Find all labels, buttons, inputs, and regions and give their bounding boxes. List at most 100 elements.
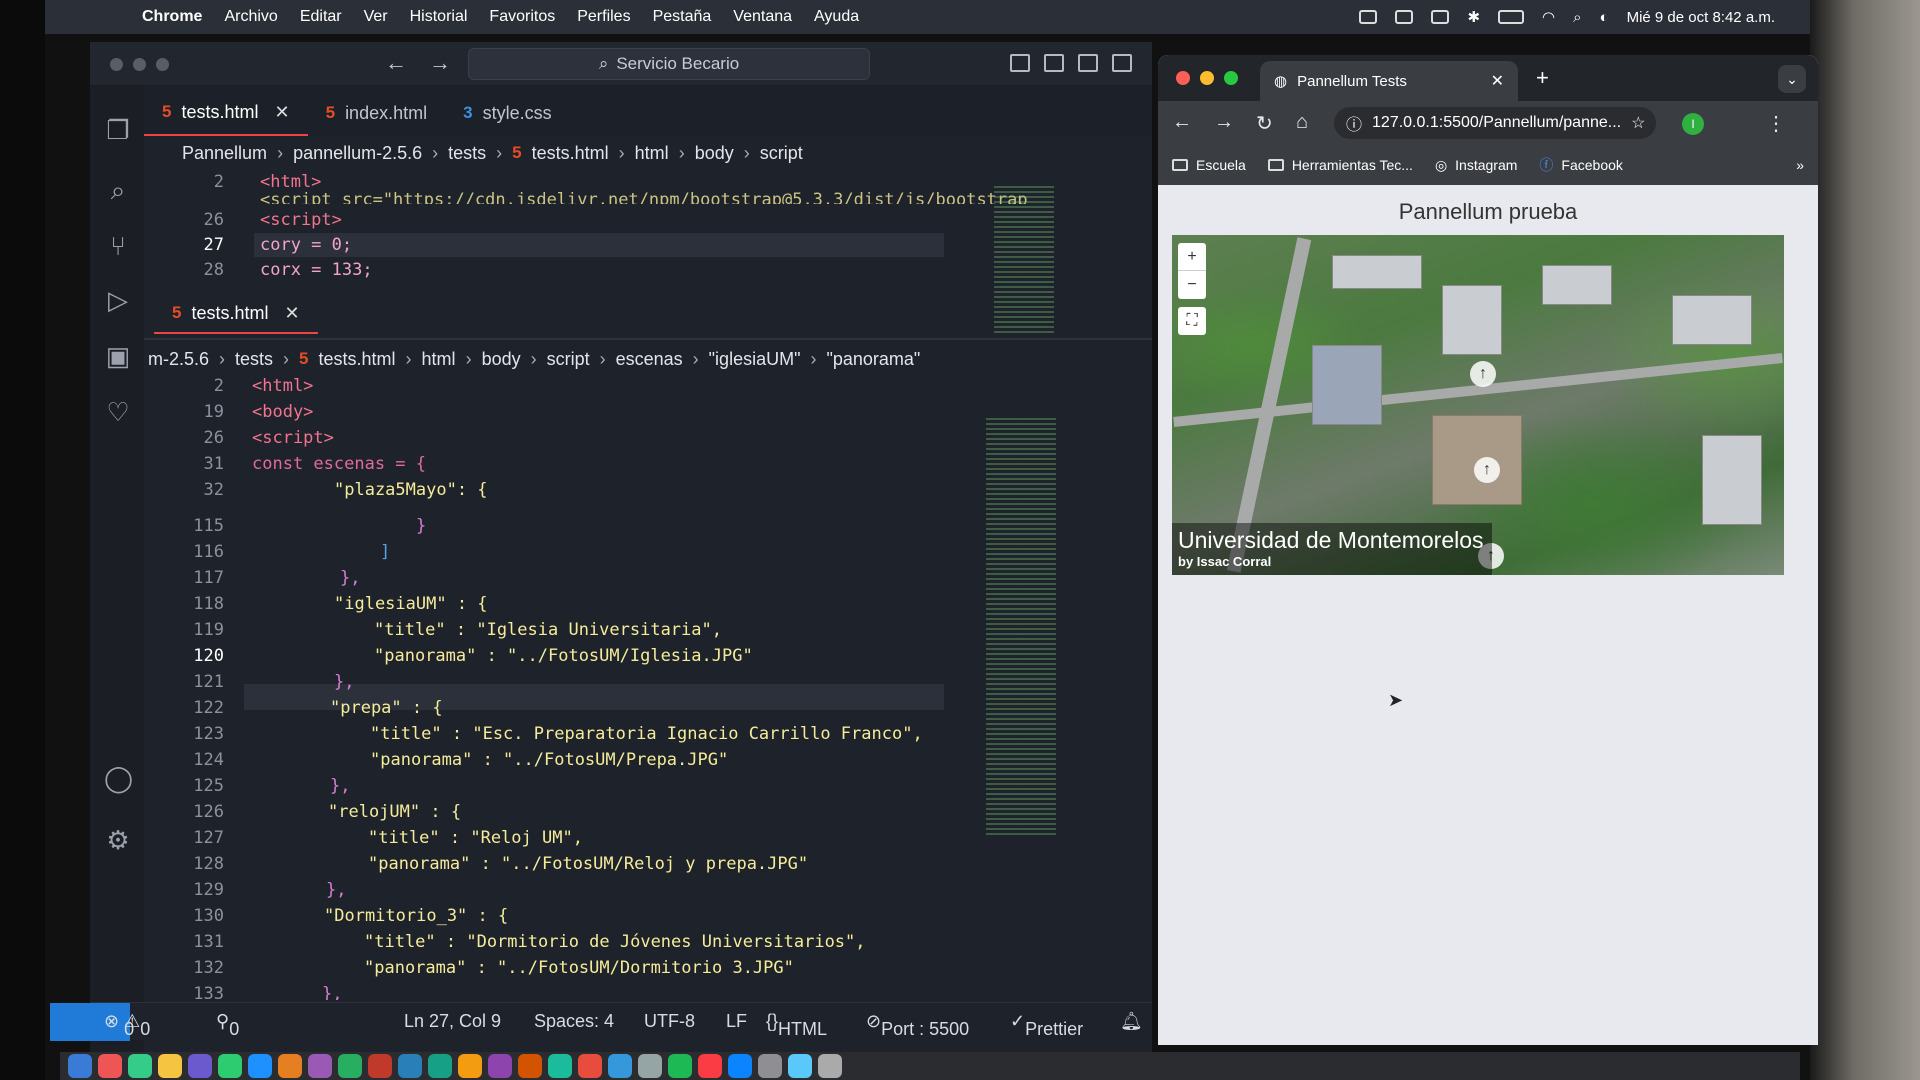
breadcrumb-item[interactable]: Pannellum — [182, 143, 267, 164]
breadcrumb-item[interactable]: tests.html — [532, 143, 609, 164]
dock-app-icon[interactable] — [248, 1054, 272, 1078]
trash-icon[interactable] — [818, 1054, 842, 1078]
dock-app-icon[interactable] — [638, 1054, 662, 1078]
menu-perfiles[interactable]: Perfiles — [577, 8, 630, 26]
dock-app-icon[interactable] — [218, 1054, 242, 1078]
chrome-icon[interactable] — [158, 1054, 182, 1078]
live-server-port[interactable]: ⊘ Port : 5500 — [866, 1011, 969, 1039]
menu-historial[interactable]: Historial — [410, 8, 468, 26]
dock-app-icon[interactable] — [128, 1054, 152, 1078]
new-tab-button[interactable]: + — [1536, 65, 1549, 91]
dock-app-icon[interactable] — [98, 1054, 122, 1078]
forward-arrow-icon[interactable]: → — [1214, 111, 1234, 134]
problems-indicator[interactable]: ⊗ 0 ⚠ 0 — [104, 1011, 150, 1039]
tab-tests-html[interactable]: 5 tests.html ✕ — [144, 90, 308, 136]
breadcrumb-item[interactable]: pannellum-2.5.6 — [293, 143, 422, 164]
breadcrumb-item[interactable]: body — [695, 143, 734, 164]
language-mode[interactable]: {} HTML — [766, 1011, 827, 1039]
finder-icon[interactable] — [68, 1054, 92, 1078]
dock-app-icon[interactable] — [338, 1054, 362, 1078]
breadcrumb-item[interactable]: html — [635, 143, 669, 164]
account-icon[interactable]: ◯ — [104, 764, 133, 792]
dock-app-icon[interactable] — [548, 1054, 572, 1078]
bookmark-escuela[interactable]: Escuela — [1172, 157, 1246, 173]
toggle-sidebar-icon[interactable] — [1010, 54, 1030, 72]
breadcrumb-item[interactable]: html — [422, 349, 456, 370]
run-debug-icon[interactable]: ▷ — [104, 286, 132, 314]
tab-style-css[interactable]: 3 style.css — [445, 90, 569, 136]
bookmark-herramientas[interactable]: Herramientas Tec... — [1267, 157, 1413, 173]
tab-search-chevron-down-icon[interactable]: ⌄ — [1778, 65, 1806, 93]
explorer-icon[interactable]: ❐ — [104, 116, 132, 144]
menu-editar[interactable]: Editar — [300, 8, 342, 26]
extensions-icon[interactable]: ▣ — [104, 342, 132, 370]
bookmark-facebook[interactable]: ⓕ Facebook — [1539, 155, 1622, 175]
breadcrumb-item[interactable]: escenas — [616, 349, 683, 370]
profile-avatar[interactable]: I — [1682, 113, 1704, 135]
close-icon[interactable]: ✕ — [1491, 71, 1504, 91]
dock-app-icon[interactable] — [458, 1054, 482, 1078]
menu-pestana[interactable]: Pestaña — [653, 8, 712, 26]
tab-tests-html-lower[interactable]: 5 tests.html ✕ — [154, 294, 318, 334]
editor-bottom-pane[interactable]: 2 <html> 19 <body> 26 <script> 31 const … — [144, 374, 1104, 1000]
end-of-line[interactable]: LF — [726, 1011, 747, 1032]
system-settings-icon[interactable] — [758, 1054, 782, 1078]
bookmark-star-icon[interactable]: ☆ — [1631, 113, 1645, 133]
close-icon[interactable]: ✕ — [275, 102, 290, 123]
encoding[interactable]: UTF-8 — [644, 1011, 695, 1032]
dock-app-icon[interactable] — [188, 1054, 212, 1078]
breadcrumb-item[interactable]: tests — [235, 349, 273, 370]
bluetooth-icon[interactable]: ✱ — [1467, 8, 1480, 26]
spotlight-search-icon[interactable]: ⌕ — [1573, 9, 1581, 26]
back-arrow-icon[interactable]: ← — [385, 50, 407, 76]
bookmark-instagram[interactable]: ◎ Instagram — [1435, 157, 1517, 174]
app-store-icon[interactable] — [728, 1054, 752, 1078]
status-app-icon[interactable] — [1359, 10, 1378, 24]
forward-arrow-icon[interactable]: → — [429, 50, 451, 76]
back-arrow-icon[interactable]: ← — [1172, 111, 1192, 134]
site-info-icon[interactable]: ⓘ — [1346, 111, 1362, 135]
customize-layout-icon[interactable] — [1112, 54, 1132, 72]
battery-icon[interactable] — [1498, 10, 1525, 24]
breadcrumb-item[interactable]: "panorama" — [826, 349, 920, 370]
minimap[interactable] — [994, 186, 1054, 336]
close-icon[interactable]: ✕ — [285, 303, 300, 324]
menu-app-name[interactable]: Chrome — [142, 8, 202, 26]
control-center-icon[interactable]: ◐ — [1600, 9, 1609, 26]
status-app-icon[interactable] — [1431, 10, 1450, 24]
spotify-icon[interactable] — [668, 1054, 692, 1078]
dock-app-icon[interactable] — [608, 1054, 632, 1078]
command-center[interactable]: ⌕ Servicio Becario — [468, 48, 870, 80]
panorama-viewer[interactable]: + − ⛶ ↑ ↑ ↑ Universidad de Montemorelos … — [1172, 235, 1784, 575]
notifications-bell-icon[interactable]: 🔔︎ — [1120, 1011, 1143, 1032]
music-icon[interactable] — [698, 1054, 722, 1078]
wifi-icon[interactable]: ◠ — [1542, 8, 1555, 26]
minimize-window-button[interactable] — [133, 58, 146, 71]
menu-ayuda[interactable]: Ayuda — [814, 8, 859, 26]
breadcrumb-item[interactable]: m-2.5.6 — [148, 349, 209, 370]
toggle-panel-icon[interactable] — [1044, 54, 1064, 72]
browser-tab[interactable]: ◍ Pannellum Tests ✕ — [1260, 61, 1518, 101]
close-window-button[interactable] — [110, 58, 123, 71]
breadcrumb-item[interactable]: script — [547, 349, 590, 370]
menu-archivo[interactable]: Archivo — [224, 8, 277, 26]
dock-app-icon[interactable] — [578, 1054, 602, 1078]
minimize-window-button[interactable] — [1200, 71, 1214, 85]
close-window-button[interactable] — [1176, 71, 1190, 85]
breadcrumb-item[interactable]: script — [760, 143, 803, 164]
home-icon[interactable]: ⌂ — [1296, 111, 1308, 134]
breadcrumb-item[interactable]: tests — [448, 143, 486, 164]
ports-indicator[interactable]: ⚲ 0 — [216, 1011, 239, 1039]
menu-ver[interactable]: Ver — [364, 8, 388, 26]
zoom-out-button[interactable]: − — [1178, 271, 1206, 299]
search-icon[interactable]: ⌕ — [104, 176, 132, 204]
dock-app-icon[interactable] — [368, 1054, 392, 1078]
maximize-window-button[interactable] — [156, 58, 169, 71]
dock-app-icon[interactable] — [278, 1054, 302, 1078]
dock-app-icon[interactable] — [308, 1054, 332, 1078]
breadcrumb-item[interactable]: body — [482, 349, 521, 370]
menu-favoritos[interactable]: Favoritos — [489, 8, 555, 26]
dock-app-icon[interactable] — [518, 1054, 542, 1078]
prettier-status[interactable]: ✓ Prettier — [1010, 1011, 1083, 1039]
cursor-position[interactable]: Ln 27, Col 9 — [404, 1011, 501, 1032]
